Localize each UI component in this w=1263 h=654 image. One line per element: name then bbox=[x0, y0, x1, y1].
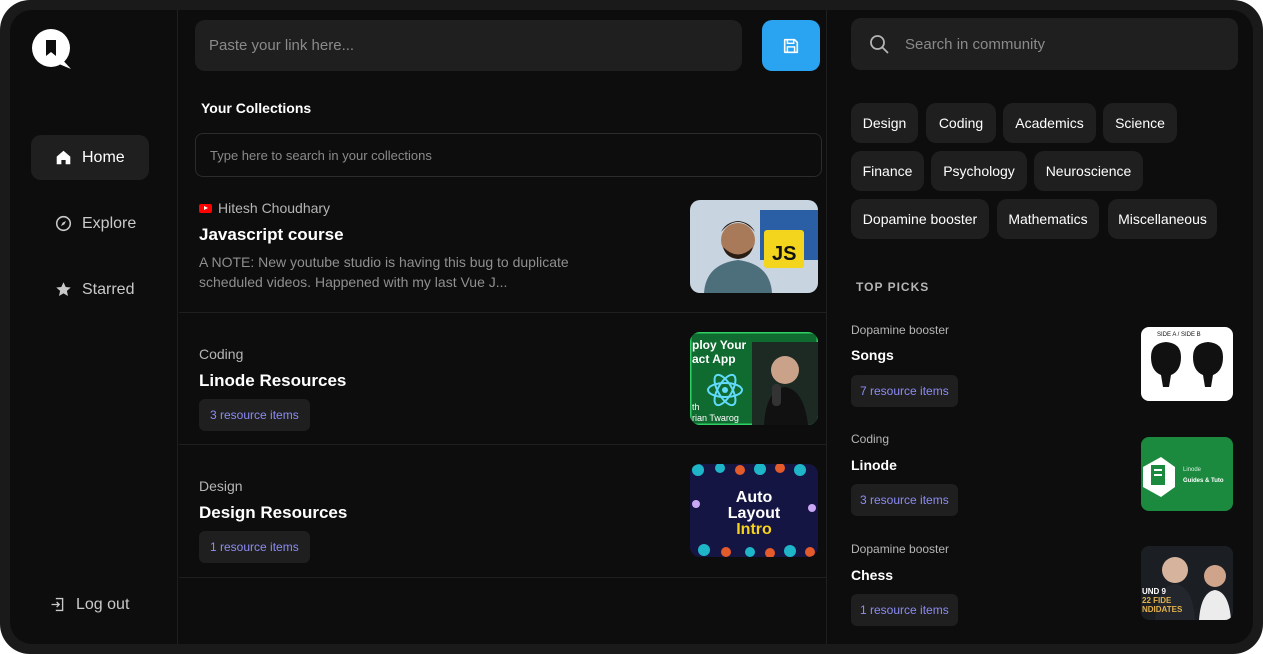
resource-count-badge[interactable]: 3 resource items bbox=[851, 484, 958, 516]
pick-category: Coding bbox=[851, 432, 890, 446]
tag-chip[interactable]: Neuroscience bbox=[1034, 151, 1143, 191]
collection-source: Hitesh Choudhary bbox=[199, 200, 330, 216]
sidebar-item-label: Explore bbox=[82, 214, 137, 232]
sidebar-item-starred[interactable]: Starred bbox=[31, 267, 149, 312]
logout-button[interactable]: Log out bbox=[31, 582, 149, 627]
sidebar-item-home[interactable]: Home bbox=[31, 135, 149, 180]
save-link-button[interactable] bbox=[762, 20, 820, 71]
logout-label: Log out bbox=[76, 595, 130, 613]
pick-title: Chess bbox=[851, 567, 894, 583]
tag-chip[interactable]: Mathematics bbox=[997, 199, 1099, 239]
collection-category: Design bbox=[199, 478, 243, 494]
pick-thumbnail: Linode Guides & Tuto bbox=[1141, 437, 1233, 511]
thumb-text: NDIDATES bbox=[1142, 605, 1183, 614]
app-logo-icon[interactable] bbox=[31, 28, 73, 70]
resource-count-badge[interactable]: 1 resource items bbox=[851, 594, 958, 626]
tag-chip[interactable]: Miscellaneous bbox=[1108, 199, 1217, 239]
logout-icon bbox=[51, 597, 64, 612]
sidebar-item-label: Home bbox=[82, 148, 125, 166]
thumb-text: Intro bbox=[736, 521, 772, 538]
thumb-text: SIDE A / SIDE B bbox=[1157, 332, 1201, 338]
collections-panel: Your Collections Hitesh Choudhary Javasc… bbox=[179, 10, 827, 644]
thumb-text: 22 FIDE bbox=[1142, 596, 1172, 605]
collection-thumbnail: JS bbox=[690, 200, 818, 293]
collections-search-input[interactable] bbox=[195, 133, 822, 177]
collection-title: Javascript course bbox=[199, 225, 344, 244]
link-input[interactable] bbox=[195, 20, 742, 71]
compass-icon bbox=[55, 215, 72, 232]
tag-chip[interactable]: Finance bbox=[851, 151, 924, 191]
thumb-text: Layout bbox=[728, 505, 781, 522]
collection-title: Design Resources bbox=[199, 503, 348, 522]
pick-thumbnail: SIDE A / SIDE B bbox=[1141, 327, 1233, 401]
pick-category: Dopamine booster bbox=[851, 542, 950, 556]
thumb-text: UND 9 bbox=[1142, 587, 1167, 596]
pick-title: Songs bbox=[851, 347, 894, 363]
resource-count-badge[interactable]: 1 resource items bbox=[199, 531, 310, 563]
top-picks-heading: TOP PICKS bbox=[856, 280, 930, 294]
pick-category: Dopamine booster bbox=[851, 323, 950, 337]
tag-chip[interactable]: Academics bbox=[1003, 103, 1096, 143]
collection-thumbnail: Auto Layout Intro bbox=[690, 464, 818, 557]
js-text: JS bbox=[772, 243, 796, 265]
sidebar: Home Explore Starred Log out bbox=[10, 10, 178, 644]
resource-count-badge[interactable]: 7 resource items bbox=[851, 375, 958, 407]
collections-title: Your Collections bbox=[201, 100, 312, 116]
collection-item[interactable]: Coding Linode Resources 3 resource items… bbox=[179, 313, 827, 445]
pick-title: Linode bbox=[851, 457, 897, 473]
thumb-text: Auto bbox=[736, 489, 773, 506]
thumb-text: ploy Your bbox=[692, 338, 747, 352]
home-icon bbox=[56, 150, 71, 165]
resource-count-badge[interactable]: 3 resource items bbox=[199, 399, 310, 431]
community-search[interactable] bbox=[851, 18, 1238, 70]
app-window: Home Explore Starred Log out Your Collec… bbox=[10, 10, 1253, 644]
collection-thumbnail: ploy Your act App th rian Twarog bbox=[690, 332, 818, 425]
collection-title: Linode Resources bbox=[199, 371, 347, 390]
thumb-text: act App bbox=[692, 352, 736, 366]
collection-item[interactable]: Design Design Resources 1 resource items… bbox=[179, 445, 827, 578]
save-icon bbox=[783, 38, 799, 53]
sidebar-item-label: Starred bbox=[82, 280, 135, 298]
thumb-text: th bbox=[692, 402, 700, 412]
tag-chip[interactable]: Design bbox=[851, 103, 918, 143]
tag-chip[interactable]: Science bbox=[1103, 103, 1177, 143]
search-icon bbox=[870, 35, 889, 54]
community-panel: Design Coding Academics Science Finance … bbox=[828, 10, 1253, 644]
youtube-icon bbox=[199, 203, 212, 213]
collection-item[interactable]: Hitesh Choudhary Javascript course A NOT… bbox=[179, 190, 827, 313]
community-search-input[interactable] bbox=[905, 35, 1205, 53]
thumb-text: rian Twarog bbox=[692, 413, 739, 423]
app-frame: Home Explore Starred Log out Your Collec… bbox=[0, 0, 1263, 654]
collection-description: A NOTE: New youtube studio is having thi… bbox=[199, 254, 569, 290]
thumb-text: Linode bbox=[1183, 467, 1202, 473]
collection-author: Hitesh Choudhary bbox=[218, 200, 331, 216]
tag-chip[interactable]: Dopamine booster bbox=[851, 199, 989, 239]
star-icon bbox=[56, 282, 71, 296]
tag-chip[interactable]: Coding bbox=[926, 103, 996, 143]
sidebar-item-explore[interactable]: Explore bbox=[31, 201, 149, 246]
thumb-text: Guides & Tuto bbox=[1183, 478, 1224, 484]
collection-category: Coding bbox=[199, 346, 244, 362]
pick-thumbnail: UND 9 22 FIDE NDIDATES bbox=[1141, 546, 1233, 620]
tag-chip[interactable]: Psychology bbox=[931, 151, 1027, 191]
